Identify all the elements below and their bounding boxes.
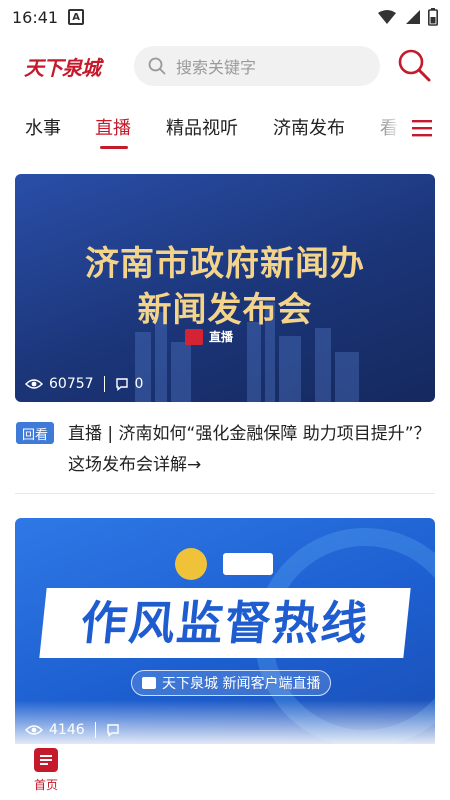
search-placeholder: 搜索关键字	[176, 58, 257, 77]
magnifier-icon	[398, 49, 431, 82]
status-icons	[378, 8, 438, 26]
replay-badge: 回看	[16, 422, 54, 444]
partner-logos	[175, 548, 273, 580]
active-tab-indicator	[100, 146, 128, 149]
card-stats: 60757 0	[25, 376, 143, 392]
status-time: 16:41	[12, 7, 59, 27]
battery-icon	[428, 8, 438, 26]
thumbnail-title-line1: 济南市政府新闻办	[85, 244, 365, 284]
scroll-fade	[0, 700, 450, 748]
app-mark-icon	[142, 677, 156, 689]
live-card-thumbnail[interactable]: 济南市政府新闻办 新闻发布会 直播 60757 0	[15, 174, 435, 402]
notification-icon: A	[68, 9, 85, 25]
tab-shuishi[interactable]: 水事	[25, 114, 61, 140]
channel-tabs: 水事 直播 精品视听 济南发布 看	[0, 104, 450, 152]
tabs-fade	[362, 104, 402, 152]
tab-live[interactable]: 直播	[95, 114, 131, 140]
wifi-icon	[378, 10, 396, 24]
bottom-navigation: 首页	[0, 744, 450, 800]
tab-premium-av[interactable]: 精品视听	[166, 114, 238, 140]
list-lines-icon	[40, 755, 52, 765]
search-icon	[148, 57, 166, 75]
home-icon	[34, 748, 58, 772]
search-input[interactable]: 搜索关键字	[134, 46, 380, 86]
status-bar: 16:41 A	[0, 0, 450, 34]
comment-count: 0	[134, 376, 144, 392]
card-divider	[15, 493, 435, 494]
news-app-logo-icon	[223, 553, 273, 575]
comment-icon	[115, 378, 128, 391]
stat-divider	[103, 376, 105, 392]
hamburger-icon	[412, 120, 432, 137]
eye-icon	[25, 379, 43, 389]
app-logo[interactable]: 天下泉城	[24, 52, 101, 81]
search-button[interactable]	[396, 47, 432, 83]
radio-station-logo-icon	[175, 548, 207, 580]
card-title: 直播 | 济南如何“强化金融保障 助力项目提升”？ 这场发布会详解→	[68, 424, 431, 475]
nav-home-label: 首页	[33, 778, 58, 792]
signal-icon	[406, 10, 420, 24]
thumbnail-subtitle-pill: 天下泉城 新闻客户端直播	[131, 670, 332, 696]
app-header: 天下泉城 搜索关键字	[0, 34, 450, 96]
view-count: 60757	[49, 376, 94, 392]
live-badge-label: 直播	[209, 330, 234, 344]
news-app-logo-icon	[185, 328, 203, 345]
channel-menu-button[interactable]	[412, 118, 432, 138]
thumbnail-subtitle: 天下泉城 新闻客户端直播	[162, 676, 321, 692]
thumbnail-title: 作风监督热线	[39, 588, 411, 658]
thumbnail-title-line2: 新闻发布会	[137, 290, 313, 330]
tab-jinan-release[interactable]: 济南发布	[273, 114, 345, 140]
nav-home[interactable]: 首页	[24, 748, 68, 796]
thumbnail-live-badge: 直播	[185, 328, 233, 345]
